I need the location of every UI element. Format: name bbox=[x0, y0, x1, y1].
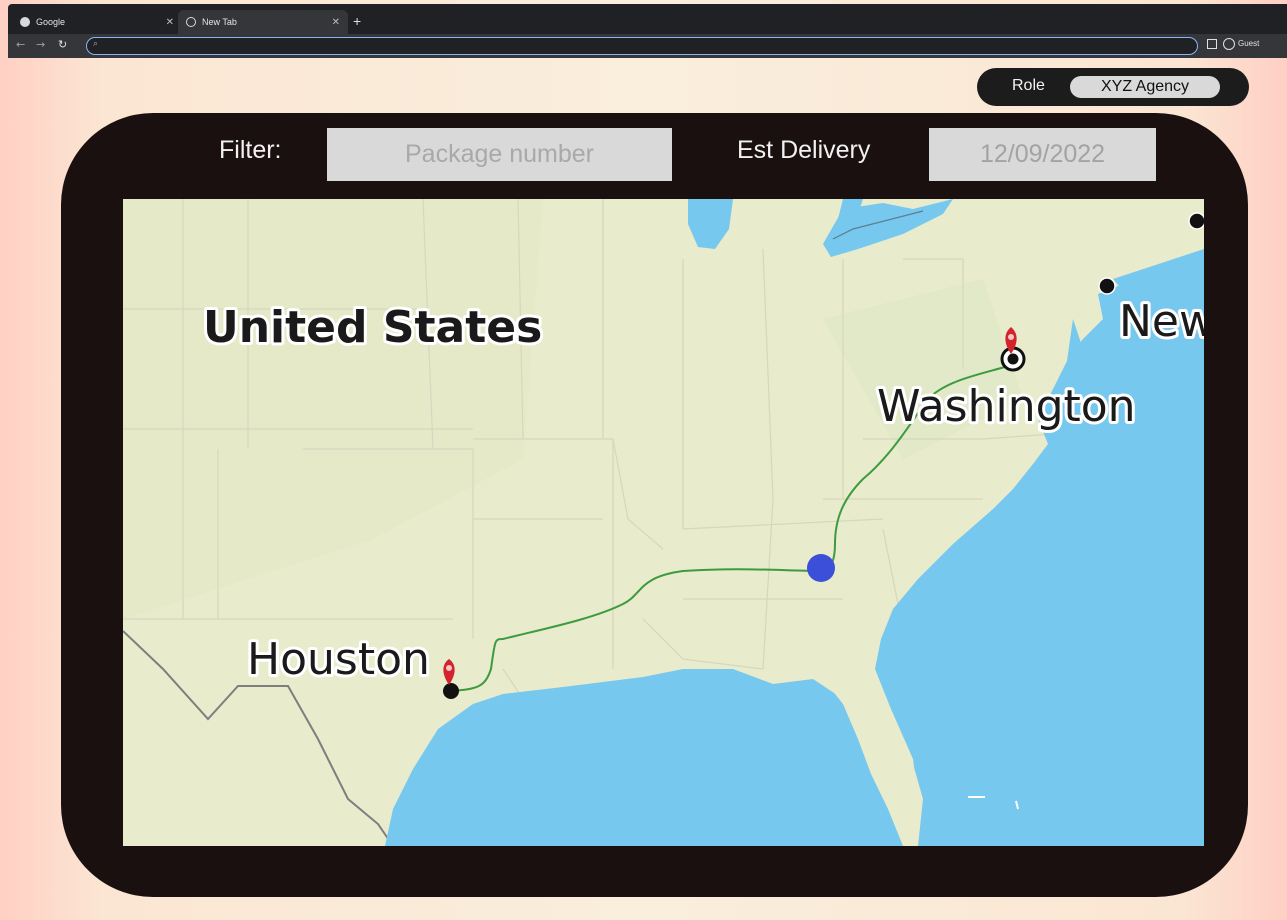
map-canvas: United States Houston Washington New bbox=[123, 199, 1204, 846]
globe-icon bbox=[186, 17, 196, 27]
role-selector[interactable]: Role XYZ Agency bbox=[977, 68, 1249, 106]
boston-city-dot bbox=[1188, 212, 1204, 230]
address-bar[interactable]: ⌕ bbox=[86, 37, 1198, 55]
washington-label: Washington bbox=[877, 381, 1136, 432]
houston-city-dot bbox=[443, 683, 459, 699]
tab-strip: Google ✕ New Tab ✕ + bbox=[8, 4, 1287, 34]
current-location-marker[interactable] bbox=[807, 554, 835, 582]
role-value-dropdown[interactable]: XYZ Agency bbox=[1070, 76, 1220, 98]
package-number-input[interactable] bbox=[327, 128, 672, 181]
google-favicon-icon bbox=[20, 17, 30, 27]
est-delivery-date-field[interactable] bbox=[929, 128, 1156, 181]
search-icon: ⌕ bbox=[93, 39, 99, 49]
tab-new-tab[interactable]: New Tab ✕ bbox=[178, 10, 348, 34]
new-york-label: New bbox=[1119, 296, 1204, 347]
side-panel-icon[interactable] bbox=[1207, 39, 1217, 49]
close-tab-icon[interactable]: ✕ bbox=[166, 17, 174, 28]
est-delivery-label: Est Delivery bbox=[737, 136, 871, 164]
close-tab-icon[interactable]: ✕ bbox=[332, 17, 340, 28]
filter-label: Filter: bbox=[219, 136, 282, 164]
browser-window-chrome: Google ✕ New Tab ✕ + ← → ↻ ⌕ Guest bbox=[8, 4, 1287, 58]
country-label: United States bbox=[203, 302, 542, 353]
back-icon[interactable]: ← bbox=[16, 38, 25, 51]
new-york-city-dot bbox=[1098, 277, 1116, 295]
route-map[interactable]: United States Houston Washington New bbox=[123, 199, 1204, 846]
forward-icon[interactable]: → bbox=[36, 38, 45, 51]
tab-title: New Tab bbox=[202, 17, 237, 27]
profile-icon[interactable] bbox=[1223, 38, 1235, 50]
reload-icon[interactable]: ↻ bbox=[58, 38, 67, 51]
role-label: Role bbox=[1012, 77, 1045, 94]
houston-label: Houston bbox=[247, 634, 430, 685]
new-tab-button[interactable]: + bbox=[353, 13, 361, 29]
tab-google[interactable]: Google ✕ bbox=[12, 10, 182, 34]
washington-city-dot bbox=[1007, 353, 1019, 365]
browser-toolbar: ← → ↻ ⌕ Guest bbox=[8, 34, 1287, 58]
profile-label[interactable]: Guest bbox=[1238, 39, 1259, 48]
tab-title: Google bbox=[36, 17, 66, 27]
